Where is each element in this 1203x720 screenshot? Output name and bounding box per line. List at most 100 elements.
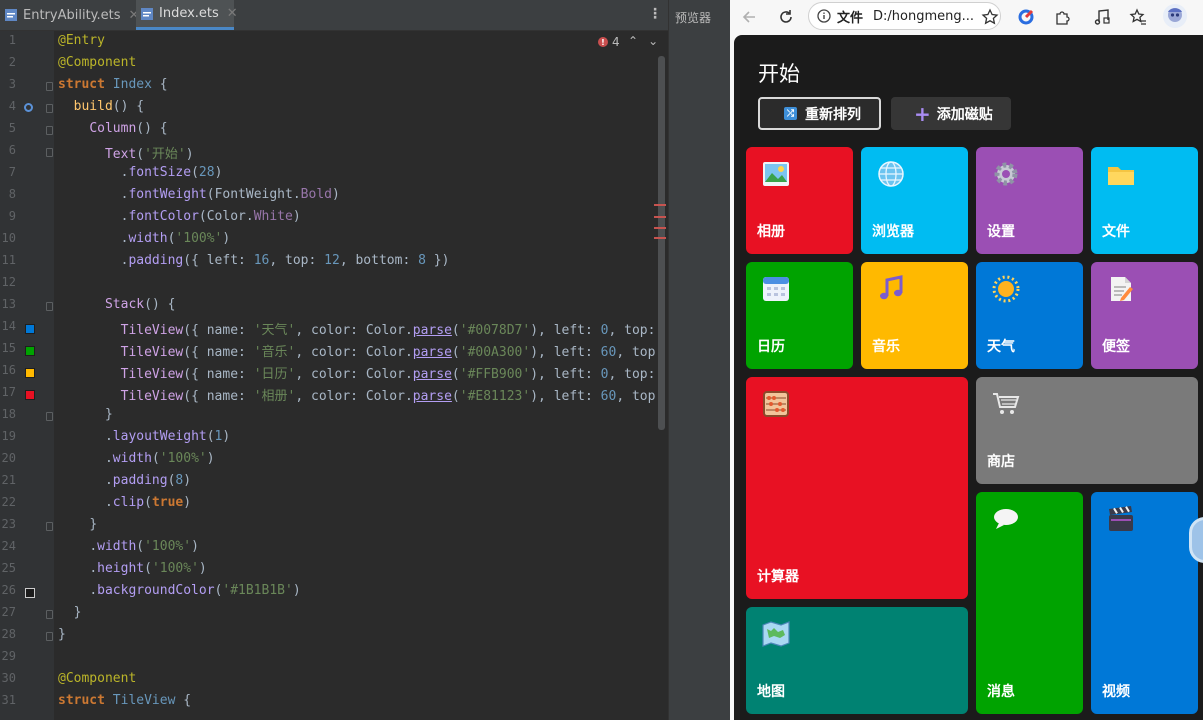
tile-browser[interactable]: 浏览器	[861, 147, 968, 254]
url-text[interactable]: D:/hongmeng...	[873, 9, 974, 24]
color-swatch[interactable]	[25, 390, 35, 400]
code-line[interactable]: .width('100%')	[58, 231, 231, 246]
color-swatch[interactable]	[25, 588, 35, 598]
tile-photos[interactable]: 相册	[746, 147, 853, 254]
line-number: 14	[1, 319, 16, 333]
rearrange-button[interactable]: ⤮ 重新排列	[758, 97, 881, 130]
code-line[interactable]: .fontWeight(FontWeight.Bold)	[58, 187, 340, 202]
color-swatch[interactable]	[25, 346, 35, 356]
code-line[interactable]: }	[58, 407, 113, 422]
override-icon[interactable]	[24, 103, 33, 112]
close-icon[interactable]: ✕	[227, 6, 238, 21]
tile-messages[interactable]: 消息	[976, 492, 1083, 714]
tile-music[interactable]: 音乐	[861, 262, 968, 369]
tile-video[interactable]: 视频	[1091, 492, 1198, 714]
code-line[interactable]: struct Index {	[58, 77, 168, 92]
code-line[interactable]: TileView({ name: '相册', color: Color.pars…	[58, 385, 656, 404]
line-number: 2	[8, 55, 16, 69]
fold-marker[interactable]	[46, 610, 53, 619]
fold-marker[interactable]	[46, 632, 53, 641]
back-arrow-icon[interactable]	[738, 6, 760, 28]
tile-label: 相册	[757, 224, 785, 240]
code-line[interactable]: .fontColor(Color.White)	[58, 209, 301, 224]
photo-icon	[763, 162, 789, 186]
tile-calculator[interactable]: 计算器	[746, 377, 968, 599]
add-tile-button[interactable]: + 添加磁贴	[891, 97, 1011, 130]
previewer-label[interactable]: 预览器	[675, 9, 711, 26]
error-marker[interactable]	[654, 227, 666, 229]
code-line[interactable]: .width('100%')	[58, 539, 199, 554]
editor-scrollbar[interactable]	[658, 56, 665, 430]
code-line[interactable]: struct TileView {	[58, 693, 191, 708]
code-line[interactable]: .padding({ left: 16, top: 12, bottom: 8 …	[58, 253, 450, 268]
media-icon[interactable]	[1091, 6, 1113, 28]
color-swatch[interactable]	[25, 324, 35, 334]
code-line[interactable]: TileView({ name: '音乐', color: Color.pars…	[58, 341, 656, 360]
tile-calendar[interactable]: 日历	[746, 262, 853, 369]
tile-label: 视频	[1102, 684, 1130, 700]
fold-marker[interactable]	[46, 412, 53, 421]
favorites-icon[interactable]	[1127, 6, 1149, 28]
line-number: 17	[1, 385, 16, 399]
more-icon[interactable]: ⋮	[648, 6, 662, 22]
code-line[interactable]: }	[58, 517, 97, 532]
code-line[interactable]: }	[58, 605, 82, 620]
tile-store[interactable]: 商店	[976, 377, 1198, 484]
error-indicator[interactable]: ! 4	[598, 35, 620, 49]
chevron-up-icon[interactable]: ⌃	[628, 34, 638, 48]
tile-notes[interactable]: 便签	[1091, 262, 1198, 369]
code-line[interactable]: @Component	[58, 671, 136, 686]
tab-index[interactable]: Index.ets ✕	[136, 0, 238, 30]
previewer-panel-strip: 预览器	[668, 0, 730, 720]
code-line[interactable]: .padding(8)	[58, 473, 191, 488]
code-line[interactable]: @Entry	[58, 33, 105, 48]
code-line[interactable]: .layoutWeight(1)	[58, 429, 230, 444]
code-line[interactable]: .backgroundColor('#1B1B1B')	[58, 583, 300, 598]
info-icon[interactable]	[817, 9, 831, 23]
tile-label: 消息	[987, 684, 1015, 700]
puzzle-icon[interactable]	[1052, 6, 1074, 28]
error-marker[interactable]	[654, 216, 666, 218]
fold-marker[interactable]	[46, 104, 53, 113]
tile-files[interactable]: 文件	[1091, 147, 1198, 254]
line-number: 27	[1, 605, 16, 619]
code-line[interactable]: .height('100%')	[58, 561, 206, 576]
floating-assistant-button[interactable]	[1189, 517, 1203, 563]
reload-icon[interactable]	[775, 6, 797, 28]
abacus-icon	[763, 391, 789, 417]
code-line[interactable]: TileView({ name: '日历', color: Color.pars…	[58, 363, 656, 382]
page-title: 开始	[758, 62, 800, 86]
error-marker[interactable]	[654, 204, 666, 206]
code-line[interactable]: build() {	[58, 99, 144, 114]
code-line[interactable]: @Component	[58, 55, 136, 70]
error-marker[interactable]	[654, 237, 666, 239]
line-number: 31	[1, 693, 16, 707]
code-line[interactable]: TileView({ name: '天气', color: Color.pars…	[58, 319, 656, 338]
fold-marker[interactable]	[46, 302, 53, 311]
code-line[interactable]: .width('100%')	[58, 451, 215, 466]
code-line[interactable]: Column() {	[58, 121, 167, 136]
code-line[interactable]: .fontSize(28)	[58, 165, 223, 180]
fold-marker[interactable]	[46, 82, 53, 91]
address-bar[interactable]: 文件 D:/hongmeng...	[808, 2, 1001, 30]
chevron-down-icon[interactable]: ⌄	[648, 34, 658, 48]
code-line[interactable]: .clip(true)	[58, 495, 191, 510]
line-number: 9	[8, 209, 16, 223]
tile-weather[interactable]: 天气	[976, 262, 1083, 369]
code-line[interactable]: Text('开始')	[58, 143, 194, 162]
tile-settings[interactable]: 设置	[976, 147, 1083, 254]
extension-icon[interactable]	[1015, 6, 1037, 28]
fold-marker[interactable]	[46, 522, 53, 531]
avatar[interactable]	[1162, 3, 1188, 29]
code-line[interactable]: Stack() {	[58, 297, 175, 312]
tile-maps[interactable]: 地图	[746, 607, 968, 714]
tab-entryability[interactable]: EntryAbility.ets ✕	[0, 0, 139, 30]
fold-marker[interactable]	[46, 126, 53, 135]
file-icon	[4, 8, 18, 22]
code-area[interactable]: @Entry @Component struct Index { build() {…	[54, 31, 658, 720]
fold-marker[interactable]	[46, 148, 53, 157]
color-swatch[interactable]	[25, 368, 35, 378]
star-icon[interactable]	[979, 6, 1001, 28]
error-icon: !	[598, 37, 608, 47]
code-line[interactable]: }	[58, 627, 66, 642]
